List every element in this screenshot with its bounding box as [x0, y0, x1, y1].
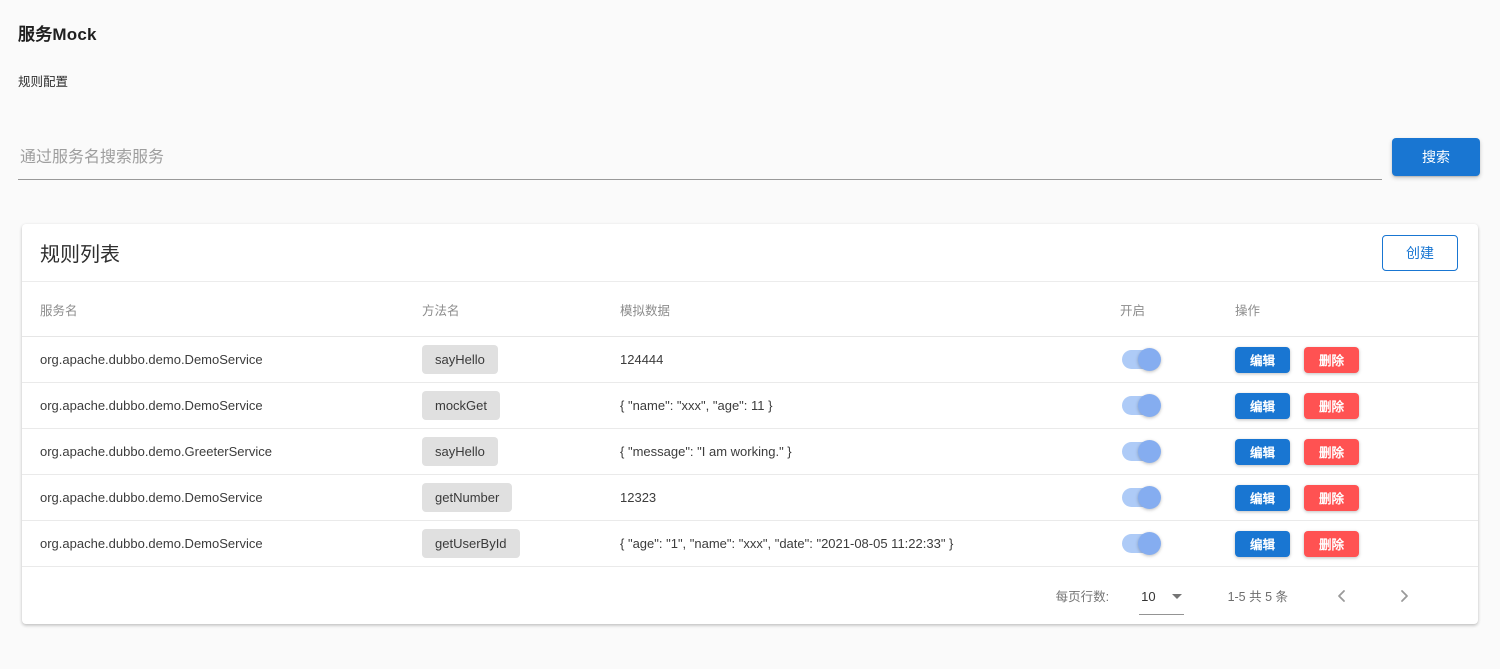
enable-toggle[interactable] [1122, 532, 1161, 555]
method-cell: sayHello [422, 345, 620, 374]
toggle-thumb-icon [1138, 348, 1161, 371]
search-bar: 搜索 [18, 138, 1480, 180]
mock-data: { "name": "xxx", "age": 11 } [620, 398, 773, 413]
actions-cell: 编辑 删除 [1235, 530, 1460, 557]
edit-button[interactable]: 编辑 [1235, 438, 1290, 465]
method-cell: getNumber [422, 483, 620, 512]
service-name: org.apache.dubbo.demo.GreeterService [40, 444, 272, 459]
column-header-actions: 操作 [1235, 303, 1261, 318]
edit-button[interactable]: 编辑 [1235, 392, 1290, 419]
actions-cell: 编辑 删除 [1235, 346, 1460, 373]
page-title: 服务Mock [18, 25, 97, 44]
card-header: 规则列表 创建 [22, 224, 1478, 282]
page-header: 服务Mock 规则配置 搜索 [0, 0, 1500, 180]
toggle-thumb-icon [1138, 532, 1161, 555]
service-name: org.apache.dubbo.demo.DemoService [40, 536, 263, 551]
card-title: 规则列表 [40, 244, 120, 266]
enabled-cell [1120, 348, 1235, 371]
chevron-right-icon [1401, 589, 1408, 602]
delete-button[interactable]: 删除 [1304, 530, 1359, 557]
enable-toggle[interactable] [1122, 394, 1161, 417]
method-cell: sayHello [422, 437, 620, 466]
pagination-bar: 每页行数: 10 1-5 共 5 条 [22, 567, 1478, 624]
enabled-cell [1120, 532, 1235, 555]
method-chip: getNumber [422, 483, 513, 512]
rule-list-card: 规则列表 创建 服务名 方法名 模拟数据 开启 操作 org.apache.du… [22, 224, 1478, 624]
mock-data: { "message": "I am working." } [620, 444, 792, 459]
column-header-service: 服务名 [40, 303, 78, 318]
rows-per-page-select[interactable]: 10 [1139, 588, 1184, 615]
table-row: org.apache.dubbo.demo.DemoService mockGe… [22, 383, 1478, 429]
method-cell: getUserById [422, 529, 620, 558]
enabled-cell [1120, 486, 1235, 509]
chevron-down-icon [1171, 593, 1182, 599]
method-chip: getUserById [422, 529, 520, 558]
toggle-thumb-icon [1138, 440, 1161, 463]
service-name: org.apache.dubbo.demo.DemoService [40, 490, 263, 505]
enabled-cell [1120, 440, 1235, 463]
mock-data: { "age": "1", "name": "xxx", "date": "20… [620, 536, 954, 551]
column-header-method: 方法名 [422, 303, 460, 318]
column-header-enabled: 开启 [1120, 303, 1146, 318]
enable-toggle[interactable] [1122, 486, 1161, 509]
method-cell: mockGet [422, 391, 620, 420]
search-input[interactable] [18, 143, 1382, 180]
mock-data: 12323 [620, 490, 657, 505]
method-chip: sayHello [422, 345, 498, 374]
pagination-range: 1-5 共 5 条 [1227, 590, 1288, 604]
rows-per-page-value: 10 [1141, 588, 1156, 604]
chevron-left-icon [1338, 589, 1345, 602]
actions-cell: 编辑 删除 [1235, 392, 1460, 419]
delete-button[interactable]: 删除 [1304, 392, 1359, 419]
actions-cell: 编辑 删除 [1235, 484, 1460, 511]
previous-page-button[interactable] [1334, 588, 1350, 604]
next-page-button[interactable] [1396, 588, 1412, 604]
search-button[interactable]: 搜索 [1392, 138, 1480, 176]
service-name: org.apache.dubbo.demo.DemoService [40, 352, 263, 367]
table-row: org.apache.dubbo.demo.GreeterService say… [22, 429, 1478, 475]
method-chip: mockGet [422, 391, 501, 420]
edit-button[interactable]: 编辑 [1235, 530, 1290, 557]
service-name: org.apache.dubbo.demo.DemoService [40, 398, 263, 413]
rows-per-page-label: 每页行数: [1055, 590, 1110, 604]
mock-data: 124444 [620, 352, 664, 367]
create-button[interactable]: 创建 [1382, 234, 1458, 271]
method-chip: sayHello [422, 437, 498, 466]
actions-cell: 编辑 删除 [1235, 438, 1460, 465]
table-row: org.apache.dubbo.demo.DemoService sayHel… [22, 337, 1478, 383]
column-header-mock-data: 模拟数据 [620, 303, 671, 318]
enabled-cell [1120, 394, 1235, 417]
table-row: org.apache.dubbo.demo.DemoService getUse… [22, 521, 1478, 567]
delete-button[interactable]: 删除 [1304, 438, 1359, 465]
table-header-row: 服务名 方法名 模拟数据 开启 操作 [22, 282, 1478, 337]
enable-toggle[interactable] [1122, 440, 1161, 463]
edit-button[interactable]: 编辑 [1235, 484, 1290, 511]
edit-button[interactable]: 编辑 [1235, 346, 1290, 373]
table-row: org.apache.dubbo.demo.DemoService getNum… [22, 475, 1478, 521]
breadcrumb: 规则配置 [18, 75, 69, 89]
toggle-thumb-icon [1138, 486, 1161, 509]
toggle-thumb-icon [1138, 394, 1161, 417]
enable-toggle[interactable] [1122, 348, 1161, 371]
delete-button[interactable]: 删除 [1304, 346, 1359, 373]
delete-button[interactable]: 删除 [1304, 484, 1359, 511]
